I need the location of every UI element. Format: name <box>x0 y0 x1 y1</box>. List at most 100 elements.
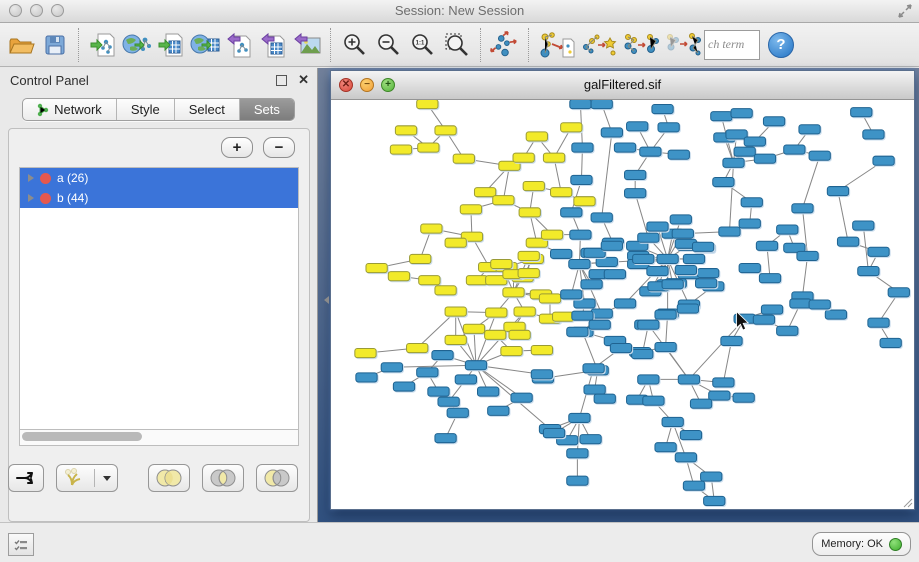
network-node[interactable] <box>853 221 874 230</box>
expander-icon[interactable] <box>28 194 34 202</box>
network-node[interactable] <box>581 280 602 289</box>
network-node[interactable] <box>670 215 691 224</box>
network-node[interactable] <box>491 259 512 268</box>
network-node[interactable] <box>790 299 811 308</box>
network-node[interactable] <box>672 229 693 238</box>
network-node[interactable] <box>485 330 506 339</box>
split-set-button[interactable] <box>8 464 44 492</box>
network-node[interactable] <box>739 219 760 228</box>
network-node[interactable] <box>488 406 509 415</box>
network-node[interactable] <box>627 122 648 131</box>
network-node[interactable] <box>675 266 696 275</box>
open-session-button[interactable] <box>4 27 38 63</box>
network-node[interactable] <box>574 299 595 308</box>
horizontal-scrollbar[interactable] <box>19 429 299 446</box>
network-node[interactable] <box>638 233 659 242</box>
network-node[interactable] <box>640 147 661 156</box>
network-node[interactable] <box>561 290 582 299</box>
network-node[interactable] <box>827 187 848 196</box>
zoom-actual-size-button[interactable]: 1:1 <box>406 27 440 63</box>
network-node[interactable] <box>474 188 495 197</box>
network-node[interactable] <box>797 251 818 260</box>
network-node[interactable] <box>410 254 431 263</box>
network-node[interactable] <box>435 434 456 443</box>
network-node[interactable] <box>455 375 476 384</box>
fullscreen-icon[interactable] <box>897 3 913 19</box>
network-node[interactable] <box>571 175 592 184</box>
network-node[interactable] <box>419 276 440 285</box>
network-node[interactable] <box>518 251 539 260</box>
network-node[interactable] <box>580 435 601 444</box>
network-node[interactable] <box>511 393 532 402</box>
network-node[interactable] <box>417 100 438 109</box>
network-node[interactable] <box>591 213 612 222</box>
network-node[interactable] <box>366 263 387 272</box>
import-table-database-button[interactable] <box>188 27 222 63</box>
network-window-titlebar[interactable]: ✕ − + galFiltered.sif <box>331 71 914 100</box>
zoom-out-button[interactable] <box>372 27 406 63</box>
network-node[interactable] <box>569 259 590 268</box>
network-node[interactable] <box>445 307 466 316</box>
network-node[interactable] <box>652 105 673 114</box>
network-node[interactable] <box>837 237 858 246</box>
network-node[interactable] <box>390 145 411 154</box>
close-panel-icon[interactable]: ✕ <box>298 72 309 88</box>
network-node[interactable] <box>739 263 760 272</box>
network-node[interactable] <box>713 378 734 387</box>
network-node[interactable] <box>763 117 784 126</box>
network-node[interactable] <box>543 153 564 162</box>
network-node[interactable] <box>514 307 535 316</box>
select-first-neighbors-button[interactable] <box>578 27 620 63</box>
network-node[interactable] <box>734 147 755 156</box>
network-node[interactable] <box>658 123 679 132</box>
network-node[interactable] <box>531 346 552 355</box>
tab-style[interactable]: Style <box>117 99 175 120</box>
apply-layout-button[interactable] <box>488 27 522 63</box>
network-node[interactable] <box>356 373 377 382</box>
network-node[interactable] <box>435 126 456 135</box>
network-node[interactable] <box>583 364 604 373</box>
network-node[interactable] <box>863 130 884 139</box>
network-node[interactable] <box>501 347 522 356</box>
network-node[interactable] <box>519 208 540 217</box>
tab-select[interactable]: Select <box>175 99 240 120</box>
network-node[interactable] <box>407 343 428 352</box>
export-image-button[interactable] <box>290 27 324 63</box>
splitter-collapse-handle[interactable] <box>324 296 329 304</box>
network-node[interactable] <box>741 198 762 207</box>
network-node[interactable] <box>614 299 635 308</box>
network-node[interactable] <box>395 126 416 135</box>
network-node[interactable] <box>701 472 722 481</box>
network-node[interactable] <box>744 137 765 146</box>
network-node[interactable] <box>696 279 717 288</box>
network-node[interactable] <box>662 280 683 289</box>
network-node[interactable] <box>463 324 484 333</box>
network-node[interactable] <box>784 145 805 154</box>
network-node[interactable] <box>601 241 622 250</box>
network-node[interactable] <box>478 387 499 396</box>
network-node[interactable] <box>604 270 625 279</box>
set-row[interactable]: a (26) <box>20 168 298 188</box>
add-set-button[interactable]: + <box>221 137 253 158</box>
network-node[interactable] <box>523 181 544 190</box>
hide-selection-button[interactable] <box>662 27 704 63</box>
network-node[interactable] <box>418 143 439 152</box>
network-node[interactable] <box>723 158 744 167</box>
network-node[interactable] <box>567 476 588 485</box>
network-node[interactable] <box>683 254 704 263</box>
network-node[interactable] <box>541 230 562 239</box>
network-node[interactable] <box>761 305 782 314</box>
zoom-fit-selected-button[interactable] <box>440 27 474 63</box>
resize-grip[interactable] <box>901 496 913 508</box>
save-session-button[interactable] <box>38 27 72 63</box>
network-node[interactable] <box>428 387 449 396</box>
network-node[interactable] <box>445 238 466 247</box>
network-node[interactable] <box>868 247 889 256</box>
export-table-button[interactable] <box>256 27 290 63</box>
expander-icon[interactable] <box>28 174 34 182</box>
network-node[interactable] <box>561 123 582 132</box>
import-table-file-button[interactable] <box>154 27 188 63</box>
network-node[interactable] <box>625 189 646 198</box>
import-network-file-button[interactable] <box>86 27 120 63</box>
network-node[interactable] <box>809 300 830 309</box>
